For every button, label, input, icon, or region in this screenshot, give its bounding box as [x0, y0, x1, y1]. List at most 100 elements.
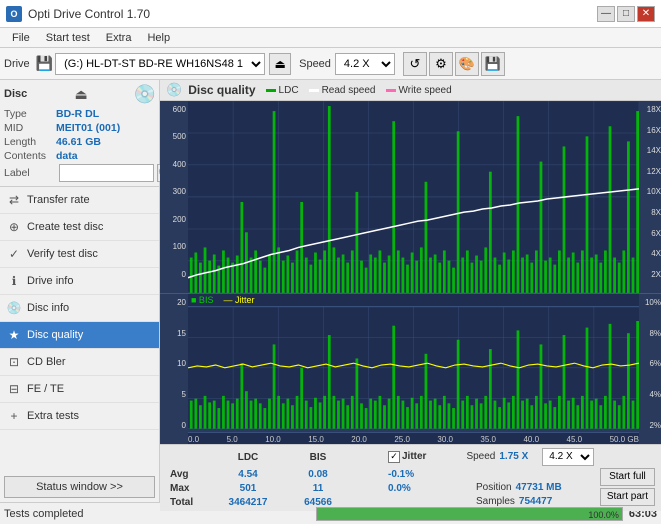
status-window-button[interactable]: Status window >> [4, 476, 155, 498]
y-right-2pct: 2% [641, 421, 661, 430]
progress-wrapper: 100.0% [316, 507, 622, 521]
top-chart-plot: 0.0 5.0 10.0 15.0 20.0 25.0 30.0 35.0 40… [188, 101, 639, 293]
y-label-600: 600 [160, 105, 186, 114]
y-right-2x: 2X [641, 270, 661, 279]
y-right-14x: 14X [641, 146, 661, 155]
speed-info: Speed 1.75 X [466, 451, 528, 462]
top-y-axis-right: 18X 16X 14X 12X 10X 8X 6X 4X 2X [639, 101, 661, 293]
stats-header-row: LDC BIS ✓ Jitter Speed 1.75 X 4.2 X [166, 448, 655, 466]
bx-45: 45.0 [567, 435, 583, 444]
window-controls: — □ ✕ [597, 6, 655, 22]
start-full-button[interactable]: Start full [600, 468, 655, 486]
close-button[interactable]: ✕ [637, 6, 655, 22]
menu-start-test[interactable]: Start test [38, 31, 98, 45]
read-speed-label: Read speed [322, 85, 376, 96]
progress-bar-fill [317, 508, 621, 520]
bx-30: 30.0 [437, 435, 453, 444]
jitter-col-header: Jitter [402, 451, 426, 462]
sidebar-item-cd-bler[interactable]: ⊡ CD Bler [0, 349, 159, 376]
y-label-300: 300 [160, 187, 186, 196]
maximize-button[interactable]: □ [617, 6, 635, 22]
disc-section: Disc ⏏ 💿 Type BD-R DL MID MEIT01 (001) L… [0, 80, 159, 187]
avg-bis: 0.08 [308, 469, 327, 480]
sidebar-item-create-test-disc[interactable]: ⊕ Create test disc [0, 214, 159, 241]
disc-info-nav-icon: 💿 [6, 300, 22, 316]
drive-label: Drive [4, 58, 30, 70]
refresh-button[interactable]: ↺ [403, 52, 427, 76]
extra-tests-icon: + [6, 408, 22, 424]
bis-legend-label: ■ BIS [191, 295, 213, 305]
bottom-y-axis-right: 10% 8% 6% 4% 2% [639, 294, 661, 444]
label-input[interactable] [59, 164, 154, 182]
sidebar: Disc ⏏ 💿 Type BD-R DL MID MEIT01 (001) L… [0, 80, 160, 502]
disc-info-label: Disc info [27, 302, 69, 314]
chart-legend: LDC Read speed Write speed [266, 85, 452, 96]
drive-icon: 💾 [36, 55, 53, 72]
theme-button[interactable]: 🎨 [455, 52, 479, 76]
start-part-button[interactable]: Start part [600, 488, 655, 506]
y-label-400: 400 [160, 160, 186, 169]
sidebar-item-transfer-rate[interactable]: ⇄ Transfer rate [0, 187, 159, 214]
chart-area: 💿 Disc quality LDC Read speed Write spee… [160, 80, 661, 502]
max-ldc: 501 [240, 483, 257, 494]
speed-select[interactable]: 4.2 X [335, 53, 395, 75]
bottom-x-axis: 0.0 5.0 10.0 15.0 20.0 25.0 30.0 35.0 40… [188, 432, 639, 444]
settings-button[interactable]: ⚙ [429, 52, 453, 76]
save-button[interactable]: 💾 [481, 52, 505, 76]
transfer-rate-label: Transfer rate [27, 194, 90, 206]
menu-file[interactable]: File [4, 31, 38, 45]
eject-button[interactable]: ⏏ [269, 53, 291, 75]
max-jitter: 0.0% [388, 483, 411, 494]
label-label: Label [4, 167, 56, 179]
drive-select[interactable]: (G:) HL-DT-ST BD-RE WH16NS48 1.D3 [55, 53, 265, 75]
y-label-200: 200 [160, 215, 186, 224]
fe-te-icon: ⊟ [6, 381, 22, 397]
write-speed-label: Write speed [399, 85, 452, 96]
sidebar-item-disc-info[interactable]: 💿 Disc info [0, 295, 159, 322]
contents-label: Contents [4, 150, 56, 162]
jitter-legend-label: — Jitter [223, 295, 254, 305]
menu-extra[interactable]: Extra [98, 31, 140, 45]
contents-row: Contents data [4, 150, 155, 162]
disc-eject-icon[interactable]: ⏏ [71, 84, 91, 104]
total-ldc-cell: 3464217 [218, 496, 278, 508]
bx-50gb: 50.0 GB [610, 435, 639, 444]
y-right-12x: 12X [641, 167, 661, 176]
avg-jitter: -0.1% [388, 469, 414, 480]
cd-bler-label: CD Bler [27, 356, 66, 368]
sidebar-item-verify-test-disc[interactable]: ✓ Verify test disc [0, 241, 159, 268]
position-group: Position 47731 MB [476, 482, 562, 493]
y-right-4x: 4X [641, 249, 661, 258]
avg-label: Avg [170, 469, 189, 480]
y-bis-10: 10 [160, 359, 186, 368]
bx-35: 35.0 [480, 435, 496, 444]
minimize-button[interactable]: — [597, 6, 615, 22]
top-y-axis-left: 600 500 400 300 200 100 0 [160, 101, 188, 293]
avg-row: Avg 4.54 0.08 -0.1% [170, 468, 562, 480]
bx-40: 40.0 [523, 435, 539, 444]
progress-percent: 100.0% [588, 508, 619, 522]
sidebar-item-fe-te[interactable]: ⊟ FE / TE [0, 376, 159, 403]
disc-quality-icon: ★ [6, 327, 22, 343]
jitter-checkbox[interactable]: ✓ [388, 451, 400, 463]
y-right-6x: 6X [641, 229, 661, 238]
sidebar-item-disc-quality[interactable]: ★ Disc quality [0, 322, 159, 349]
menu-help[interactable]: Help [139, 31, 178, 45]
max-bis-cell: 11 [288, 482, 348, 494]
bx-0: 0.0 [188, 435, 199, 444]
y-right-10pct: 10% [641, 298, 661, 307]
sidebar-item-drive-info[interactable]: ℹ Drive info [0, 268, 159, 295]
chart-title: Disc quality [188, 83, 255, 97]
app-icon: O [6, 6, 22, 22]
bottom-chart-svg [188, 307, 639, 429]
sidebar-item-extra-tests[interactable]: + Extra tests [0, 403, 159, 430]
stats-data-group: Avg 4.54 0.08 -0.1% [166, 468, 655, 508]
ldc-header: LDC [238, 452, 259, 463]
drive-info-label: Drive info [27, 275, 73, 287]
total-label: Total [170, 497, 193, 508]
write-speed-color-dot [386, 89, 396, 92]
speed-sel-dropdown[interactable]: 4.2 X [542, 448, 594, 466]
length-label: Length [4, 136, 56, 148]
bottom-y-axis-left: 20 15 10 5 0 [160, 294, 188, 444]
start-buttons: Start full Start part [600, 468, 655, 506]
